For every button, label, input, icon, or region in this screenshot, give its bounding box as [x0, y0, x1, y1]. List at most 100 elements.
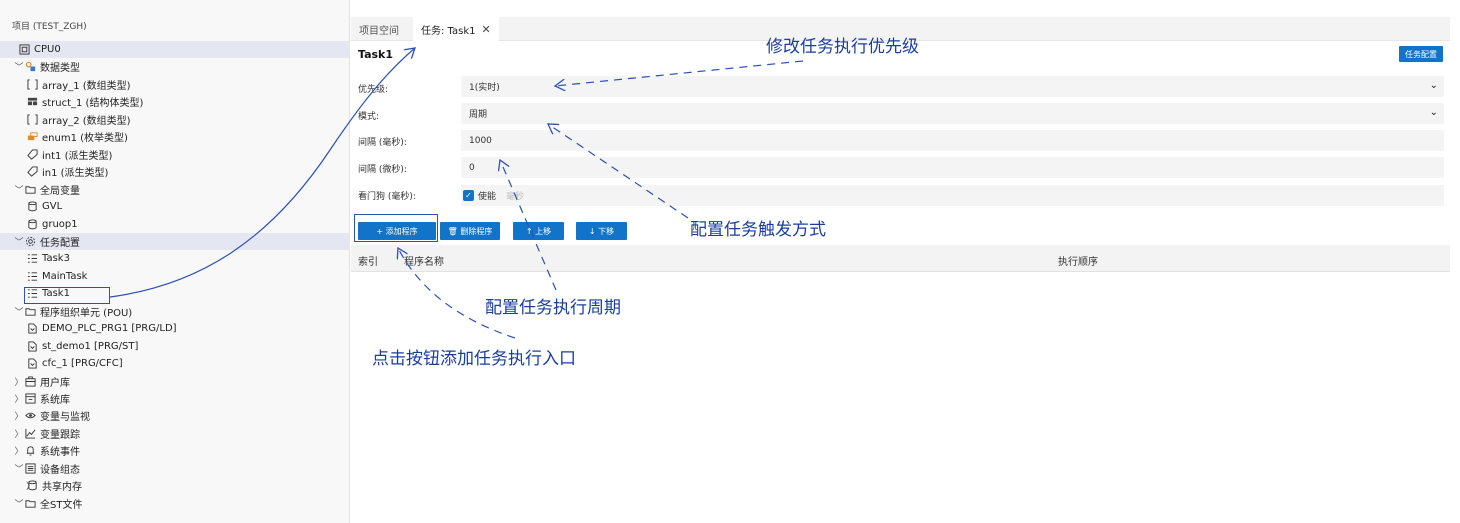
tree-item[interactable]: ﹀ 任务配置: [0, 232, 350, 250]
tree-item[interactable]: int1 (派生类型): [0, 146, 350, 163]
chevron-icon[interactable]: 〉: [14, 427, 24, 440]
tree-item[interactable]: MainTask: [0, 268, 350, 285]
gear-icon: [24, 236, 37, 247]
tree-item[interactable]: Task3: [0, 250, 350, 267]
tab-label: 任务: Task1: [421, 25, 476, 37]
enum-icon: [26, 131, 39, 142]
editor-area: 项目空间 任务: Task1 ✕ Task1 任务配置 优先级: 1(实时) ⌄…: [351, 12, 1450, 523]
mode-select[interactable]: 周期 ⌄: [461, 103, 1444, 124]
tree-item[interactable]: GVL: [0, 198, 350, 215]
cpu-icon: [18, 44, 31, 55]
move-up-button[interactable]: ↑ 上移: [513, 222, 564, 240]
tree-item-label: enum1 (枚举类型): [42, 133, 128, 145]
tree-item-label: Task3: [42, 253, 70, 265]
program-icon: [26, 341, 39, 352]
tag-icon: [26, 166, 39, 177]
tree-item-label: cfc_1 [PRG/CFC]: [42, 358, 123, 370]
system-library-icon: [24, 393, 37, 404]
column-exec-order[interactable]: 执行顺序: [1058, 253, 1098, 268]
tree-item[interactable]: 〉 变量跟踪: [0, 425, 350, 442]
tree-item-label: 全局变量: [40, 185, 80, 197]
array-icon: [26, 114, 39, 125]
tree-item[interactable]: 〉 系统事件: [0, 442, 350, 459]
priority-label: 优先级:: [358, 85, 389, 95]
priority-value: 1(实时): [469, 83, 500, 93]
chevron-icon[interactable]: ﹀: [14, 235, 24, 248]
tree-item-label: 程序组织单元 (POU): [40, 307, 133, 319]
eye-icon: [24, 410, 37, 421]
move-down-button[interactable]: ↓ 下移: [576, 222, 627, 240]
interval-us-label: 间隔 (微秒):: [358, 165, 407, 175]
watchdog-row: ✓ 使能 毫秒: [461, 185, 1444, 206]
tag-icon: [26, 149, 39, 160]
tree-item-label: GVL: [42, 201, 63, 213]
database-icon: [26, 218, 39, 230]
tree-item[interactable]: array_1 (数组类型): [0, 76, 350, 93]
task-config-button[interactable]: 任务配置: [1399, 46, 1443, 62]
tree-item-label: 系统库: [40, 395, 70, 406]
chevron-icon[interactable]: 〉: [14, 375, 24, 388]
watchdog-enable-checkbox[interactable]: ✓: [463, 190, 474, 201]
tree-item[interactable]: DEMO_PLC_PRG1 [PRG/LD]: [0, 320, 350, 337]
chevron-icon[interactable]: ﹀: [14, 497, 24, 510]
tree-item-label: int1 (派生类型): [42, 150, 113, 162]
chevron-icon[interactable]: ﹀: [14, 305, 24, 318]
tree-item[interactable]: array_2 (数组类型): [0, 111, 350, 128]
chevron-icon[interactable]: 〉: [14, 444, 24, 457]
tab-task1[interactable]: 任务: Task1 ✕: [413, 17, 499, 41]
tab-project-space[interactable]: 项目空间: [351, 17, 413, 41]
chevron-icon[interactable]: 〉: [14, 409, 24, 422]
mode-value: 周期: [469, 110, 488, 120]
struct-icon: [26, 96, 39, 107]
watchdog-input[interactable]: 毫秒: [506, 189, 524, 202]
column-program-name[interactable]: 程序名称: [404, 253, 444, 268]
tree-item[interactable]: 〉共享内存: [0, 477, 350, 494]
tree-item[interactable]: 〉 用户库: [0, 373, 350, 390]
tree-item-label: 变量跟踪: [40, 429, 80, 441]
tree-item-label: 任务配置: [40, 237, 80, 249]
folder-icon: [24, 306, 37, 317]
folder-icon: [24, 498, 37, 509]
column-index[interactable]: 索引: [358, 253, 378, 268]
tree-item[interactable]: struct_1 (结构体类型): [0, 93, 350, 110]
tree-item[interactable]: 〉 变量与监视: [0, 407, 350, 424]
tree-item[interactable]: ﹀ 全局变量: [0, 181, 350, 198]
tree-item[interactable]: enum1 (枚举类型): [0, 128, 350, 145]
device-icon: [24, 463, 37, 474]
tree-item[interactable]: cfc_1 [PRG/CFC]: [0, 355, 350, 372]
tree-item[interactable]: gruop1: [0, 216, 350, 233]
close-icon[interactable]: ✕: [482, 23, 491, 36]
interval-us-input[interactable]: 0: [461, 157, 1444, 178]
page-title: Task1: [358, 48, 394, 61]
tree-item[interactable]: ﹀ 全ST文件: [0, 495, 350, 512]
delete-program-button[interactable]: 🗑 删除程序: [440, 222, 500, 240]
tree-item[interactable]: ﹀ 程序组织单元 (POU): [0, 303, 350, 320]
annotation-trigger-mode: 配置任务触发方式: [690, 220, 826, 240]
chevron-icon[interactable]: ﹀: [14, 183, 24, 196]
priority-select[interactable]: 1(实时) ⌄: [461, 76, 1444, 97]
tree-item-label: CPU0: [34, 44, 61, 55]
mode-label: 模式:: [358, 112, 380, 122]
interval-us-value: 0: [469, 162, 475, 173]
tree-item-label: in1 (派生类型): [42, 168, 109, 180]
task1-highlight-box: [24, 287, 110, 304]
task-list-icon: [26, 253, 39, 264]
tree-item[interactable]: 〉 系统库: [0, 390, 350, 407]
interval-ms-input[interactable]: 1000: [461, 130, 1444, 151]
chevron-icon[interactable]: ﹀: [14, 462, 24, 475]
tree-item[interactable]: st_demo1 [PRG/ST]: [0, 338, 350, 355]
tree-item[interactable]: in1 (派生类型): [0, 163, 350, 180]
chevron-down-icon: ⌄: [1429, 80, 1438, 91]
chevron-icon[interactable]: ﹀: [14, 60, 24, 73]
tree-item[interactable]: ﹀ 设备组态: [0, 460, 350, 477]
program-icon: [26, 323, 39, 334]
interval-ms-label: 间隔 (毫秒):: [358, 138, 407, 148]
tree-item-label: MainTask: [42, 270, 88, 282]
tree-item[interactable]: CPU0: [0, 41, 350, 58]
tree-item-label: gruop1: [42, 218, 78, 230]
array-icon: [26, 79, 39, 90]
tree-item[interactable]: ﹀ 数据类型: [0, 58, 350, 75]
tree-item-label: array_1 (数组类型): [42, 80, 131, 92]
chevron-icon[interactable]: 〉: [14, 392, 24, 405]
program-table-header: 索引 程序名称 执行顺序: [351, 245, 1450, 272]
